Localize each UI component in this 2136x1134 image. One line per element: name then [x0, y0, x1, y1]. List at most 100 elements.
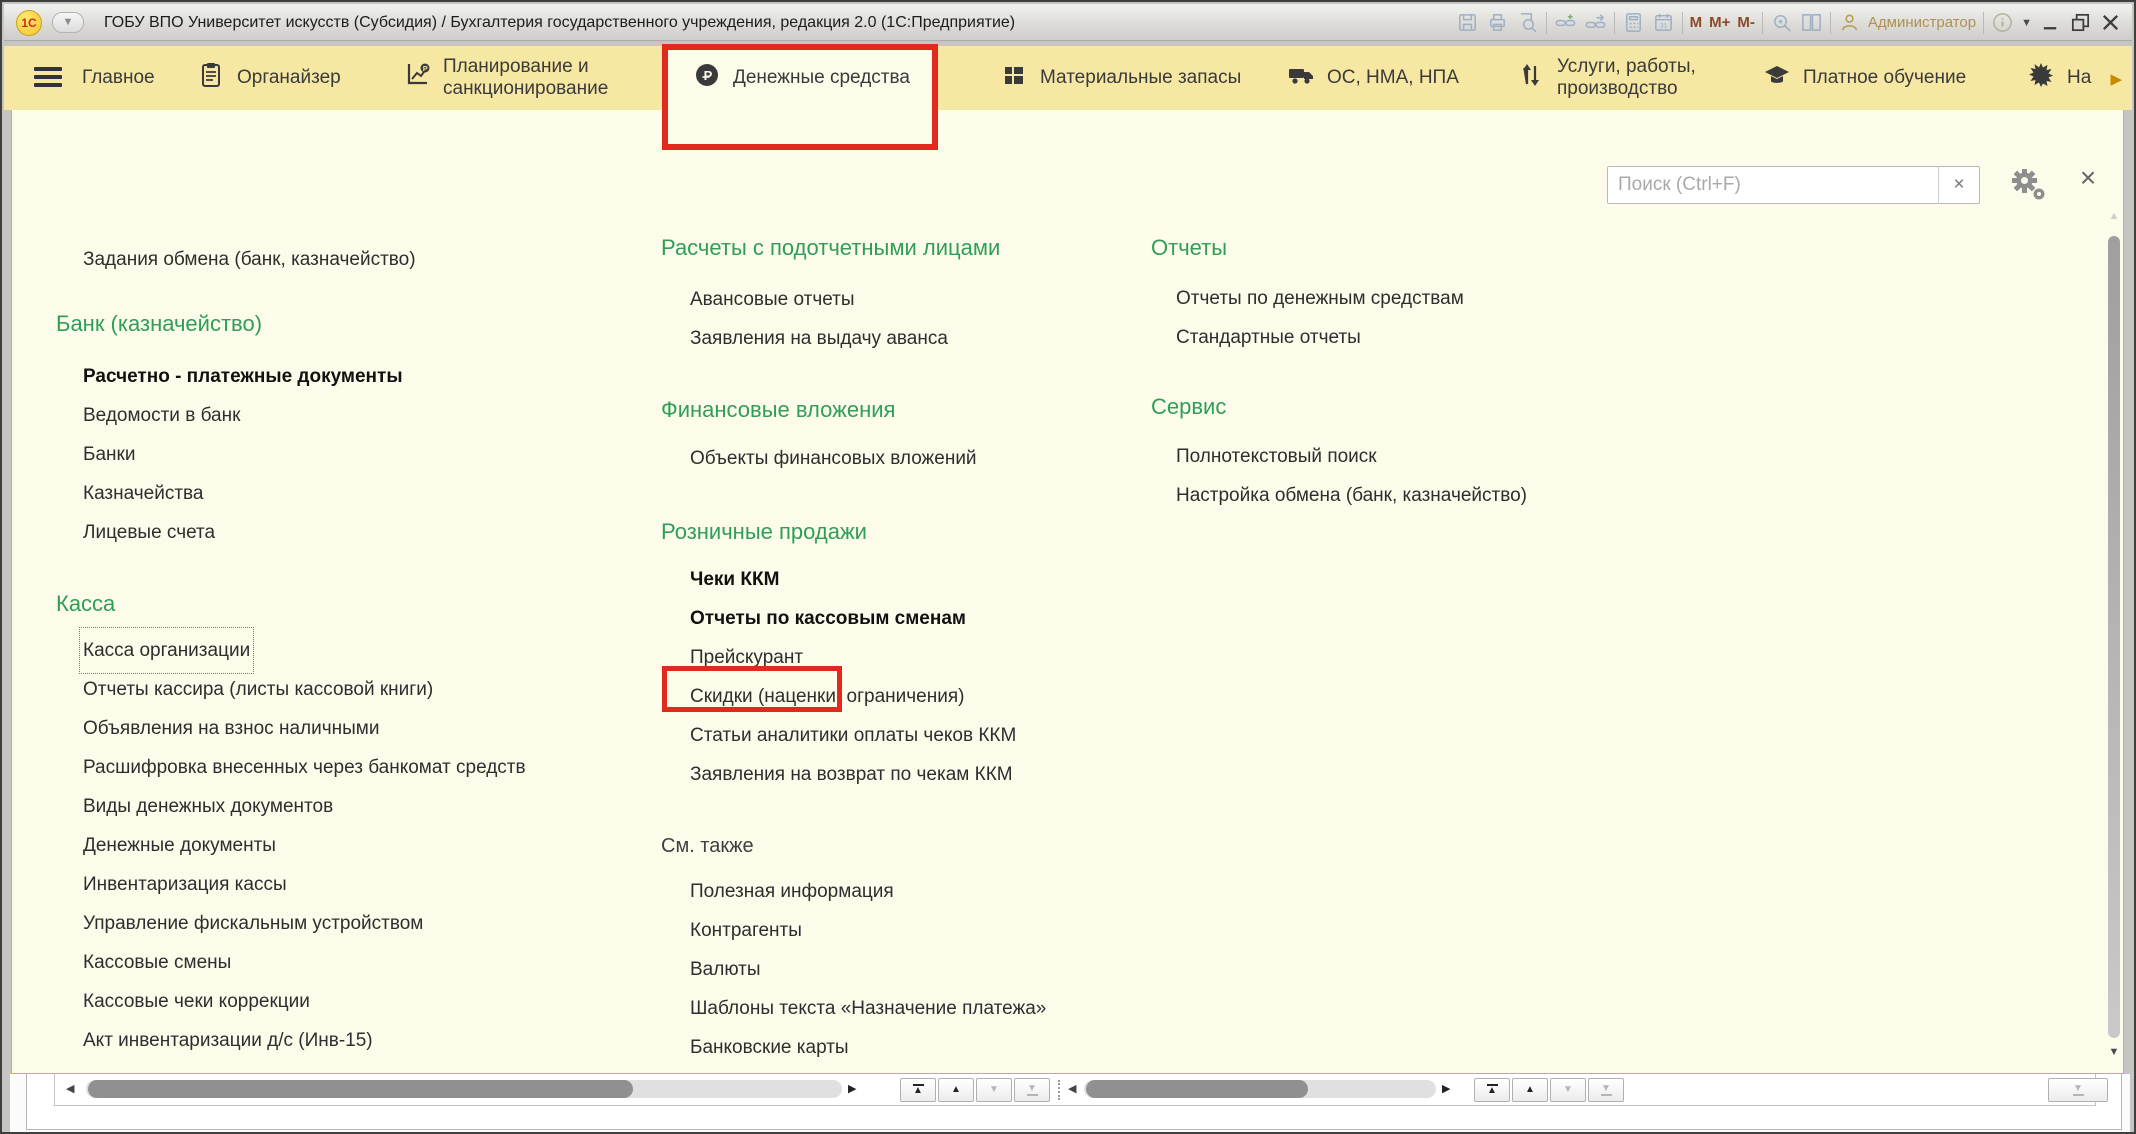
menu-item[interactable]: Полнотекстовый поиск: [1176, 437, 1377, 476]
hscrollbar-thumb[interactable]: [1086, 1080, 1308, 1098]
go-bottom-button[interactable]: ▼: [1014, 1078, 1050, 1102]
menu-list-exchange: Задания обмена (банк, казначейство): [83, 240, 416, 279]
settings-gear-icon[interactable]: [2008, 168, 2048, 207]
menu-item[interactable]: Управление фискальным устройством: [83, 904, 423, 943]
zoom-icon[interactable]: [1770, 11, 1793, 34]
scroll-up-icon[interactable]: ▲: [2107, 210, 2121, 222]
menu-item[interactable]: Кассовые смены: [83, 943, 231, 982]
go-top-button[interactable]: ▲: [1474, 1078, 1510, 1102]
menu-item[interactable]: Авансовые отчеты: [690, 280, 855, 319]
menu-item[interactable]: Настройка обмена (банк, казначейство): [1176, 476, 1527, 515]
minimize-button[interactable]: [2039, 11, 2062, 34]
close-button[interactable]: [2099, 11, 2122, 34]
menu-item[interactable]: Стандартные отчеты: [1176, 318, 1361, 357]
hscroll-right-icon[interactable]: ▶: [1442, 1082, 1450, 1095]
scroll-button-group-right: ▲ ▲ ▼ ▼: [1474, 1078, 1624, 1102]
vertical-scrollbar-thumb[interactable]: [2108, 236, 2120, 1038]
search-clear-button[interactable]: ×: [1938, 166, 1980, 204]
menu-item[interactable]: Шаблоны текста «Назначение платежа»: [690, 989, 1046, 1028]
menu-item[interactable]: Расчетно - платежные документы: [83, 357, 403, 396]
planning-chart-icon: Р: [402, 60, 432, 96]
menu-item[interactable]: Ведомости в банк: [83, 396, 240, 435]
hscroll-right-icon[interactable]: ▶: [848, 1082, 856, 1095]
tab-os-nma[interactable]: ОС, НМА, НПА: [1286, 46, 1459, 110]
hscroll-left-icon[interactable]: ◀: [1068, 1082, 1076, 1095]
menu-item[interactable]: Отчеты по денежным средствам: [1176, 279, 1464, 318]
memory-add-button[interactable]: М+: [1709, 14, 1730, 31]
calculator-icon[interactable]: [1622, 11, 1645, 34]
print-preview-icon[interactable]: [1516, 11, 1539, 34]
page-down-button[interactable]: ▼: [976, 1078, 1012, 1102]
page-up-button[interactable]: ▲: [938, 1078, 974, 1102]
menu-item[interactable]: Лицевые счета: [83, 513, 215, 552]
calendar-icon[interactable]: 31: [1652, 11, 1675, 34]
menu-item[interactable]: Инвентаризация кассы: [83, 865, 287, 904]
go-bottom-button[interactable]: ▼: [1588, 1078, 1624, 1102]
menu-item[interactable]: Контрагенты: [690, 911, 802, 950]
tab-glavnoe[interactable]: Главное: [82, 46, 155, 110]
1c-logo-icon: 1С: [16, 10, 42, 36]
search-input[interactable]: [1607, 166, 1939, 204]
print-icon[interactable]: [1486, 11, 1509, 34]
grid-icon: [999, 60, 1029, 96]
divider: [1613, 11, 1615, 34]
menu-item[interactable]: Виды денежных документов: [83, 787, 333, 826]
hscrollbar-thumb[interactable]: [88, 1080, 633, 1098]
divider: [1983, 11, 1985, 34]
add-link-icon[interactable]: [1554, 11, 1577, 34]
restore-button[interactable]: [2069, 11, 2092, 34]
hscrollbar-right[interactable]: [1084, 1080, 1436, 1098]
menu-item[interactable]: Касса организации: [78, 627, 255, 674]
page-up-button[interactable]: ▲: [1512, 1078, 1548, 1102]
annotation-box-cash-tab: [662, 44, 938, 150]
menu-item[interactable]: Объекты финансовых вложений: [690, 439, 977, 478]
panel-close-icon[interactable]: ×: [2070, 162, 2106, 194]
menu-item[interactable]: Чеки ККМ: [690, 560, 779, 599]
hscrollbar-left[interactable]: [86, 1080, 842, 1098]
menu-item[interactable]: Отчеты по кассовым сменам: [690, 599, 966, 638]
menu-item[interactable]: Кассовые чеки коррекции: [83, 982, 310, 1021]
go-to-link-icon[interactable]: [1584, 11, 1607, 34]
system-menu-button[interactable]: ▼: [52, 12, 84, 33]
menu-item[interactable]: Заявления на выдачу аванса: [690, 319, 948, 358]
memory-subtract-button[interactable]: М-: [1737, 14, 1755, 31]
page-down-button[interactable]: ▼: [1550, 1078, 1586, 1102]
menu-item[interactable]: Объявления на взнос наличными: [83, 709, 379, 748]
menu-item[interactable]: Полезная информация: [690, 872, 894, 911]
main-menu-button[interactable]: [34, 67, 62, 91]
tab-organizer[interactable]: Органайзер: [196, 46, 341, 110]
split-window-icon[interactable]: [1800, 11, 1823, 34]
go-bottom-button[interactable]: ▼: [2048, 1078, 2108, 1102]
scroll-button-group-far-right: ▼: [2048, 1078, 2108, 1102]
menu-item[interactable]: Денежные документы: [83, 826, 276, 865]
section-header-see-also: См. также: [661, 835, 754, 857]
menu-item[interactable]: Банки: [83, 435, 135, 474]
tab-planning[interactable]: Р Планирование и санкционирование: [402, 46, 608, 110]
scroll-down-icon[interactable]: ▼: [2107, 1046, 2121, 1058]
info-icon[interactable]: [1991, 11, 2014, 34]
hscroll-left-icon[interactable]: ◀: [66, 1082, 74, 1095]
menu-item[interactable]: Банковские карты: [690, 1028, 849, 1067]
tab-paid-education[interactable]: Платное обучение: [1762, 46, 1966, 110]
cash-section-menu-panel: × × Задания обмена (банк, казначейство) …: [11, 110, 2124, 1074]
memory-recall-button[interactable]: М: [1690, 14, 1703, 31]
menu-item[interactable]: Расшифровка внесенных через банкомат сре…: [83, 748, 526, 787]
menu-item[interactable]: Акт инвентаризации д/с (Инв-15): [83, 1021, 373, 1060]
tab-services[interactable]: Услуги, работы, производство: [1516, 46, 1696, 110]
menu-item[interactable]: Заявления на возврат по чекам ККМ: [690, 755, 1013, 794]
section-header-kassa: Касса: [56, 591, 116, 616]
titlebar: 1С ▼ ГОБУ ВПО Университет искусств (Субс…: [4, 4, 2132, 41]
menu-item[interactable]: Статьи аналитики оплаты чеков ККМ: [690, 716, 1016, 755]
tab-taxes-clipped[interactable]: На: [2026, 46, 2091, 110]
tab-materials[interactable]: Материальные запасы: [999, 46, 1241, 110]
menu-item[interactable]: Казначейства: [83, 474, 204, 513]
window-title: ГОБУ ВПО Университет искусств (Субсидия)…: [104, 14, 1016, 31]
menu-item[interactable]: Отчеты кассира (листы кассовой книги): [83, 670, 433, 709]
menu-item[interactable]: Валюты: [690, 950, 761, 989]
save-icon[interactable]: [1456, 11, 1479, 34]
eagle-emblem-icon: [2026, 60, 2056, 96]
chevron-down-icon[interactable]: ▼: [2021, 17, 2032, 29]
go-top-button[interactable]: ▲: [900, 1078, 936, 1102]
tabs-overflow-arrow[interactable]: ▶: [2110, 70, 2122, 88]
menu-item[interactable]: Задания обмена (банк, казначейство): [83, 240, 416, 279]
